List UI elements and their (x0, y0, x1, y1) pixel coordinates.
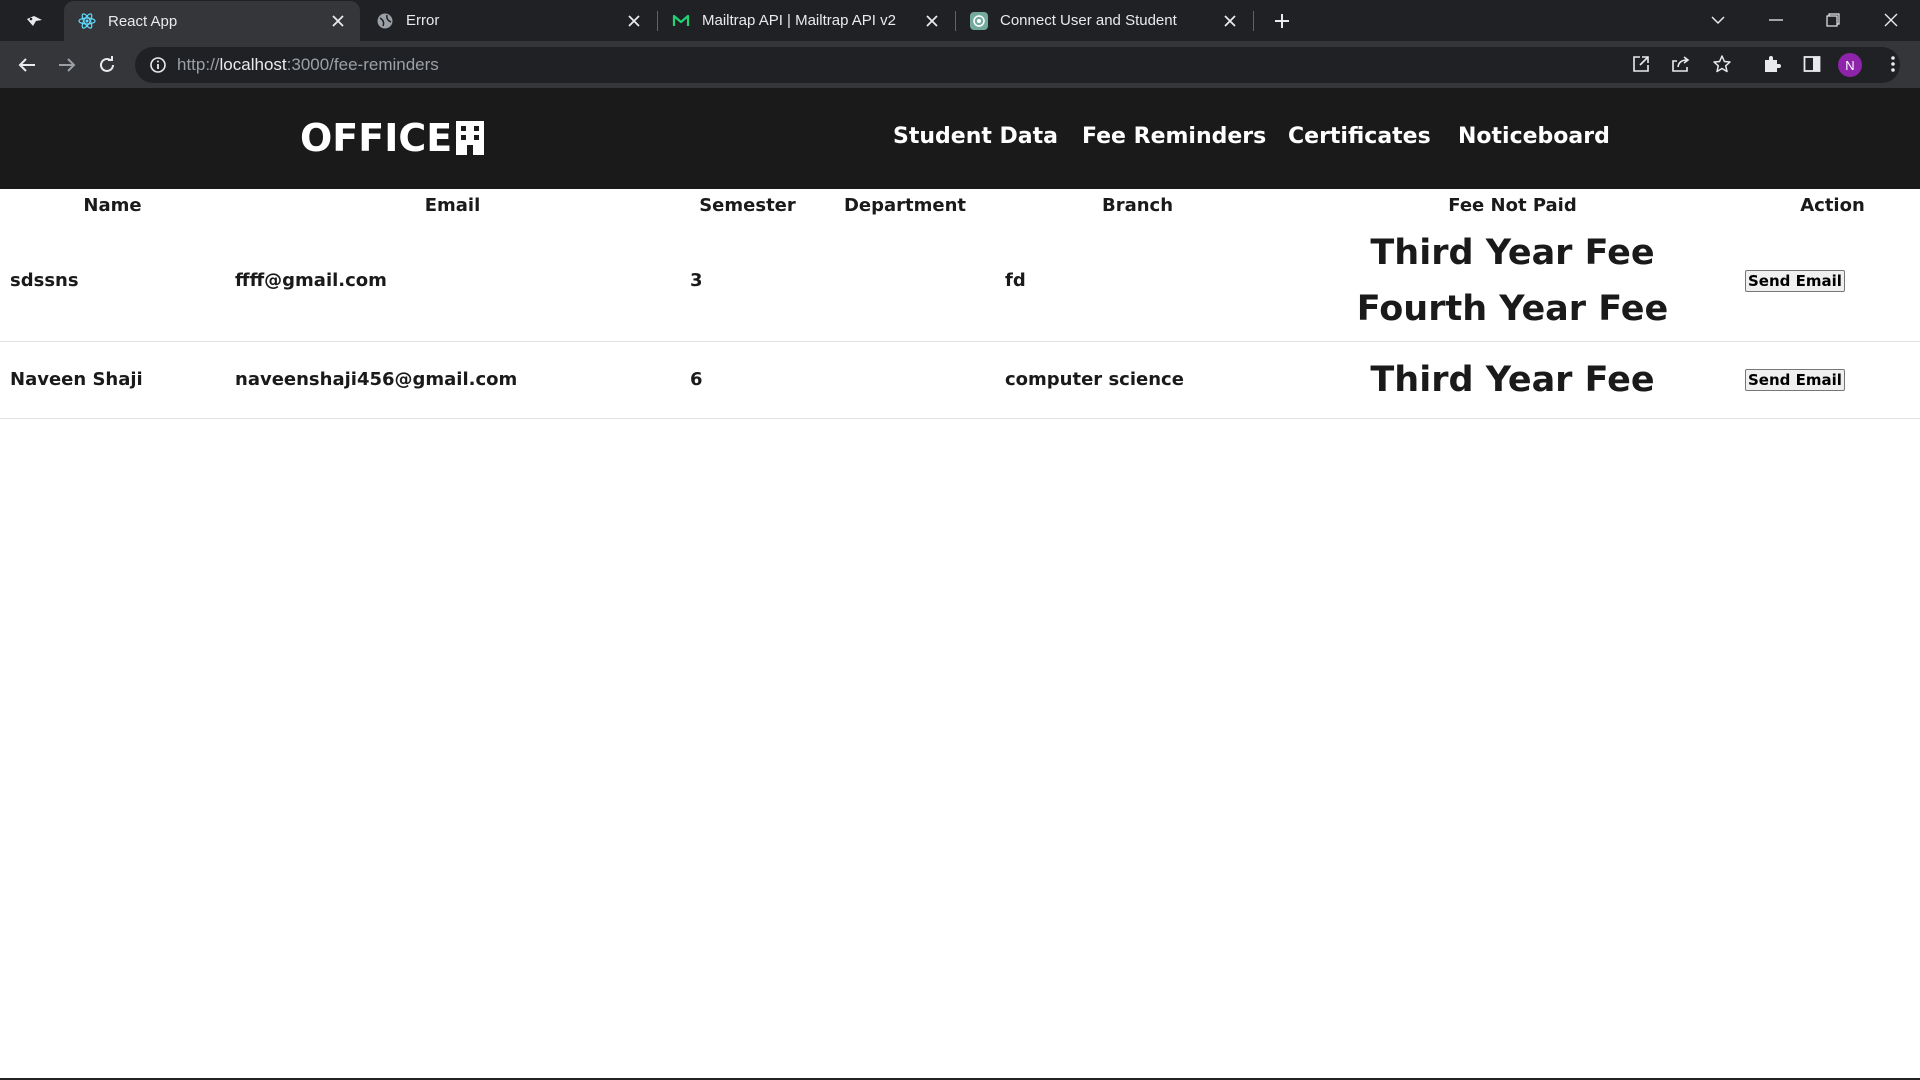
close-icon[interactable] (1220, 11, 1240, 31)
tab-title: Error (406, 12, 440, 29)
side-panel-icon[interactable] (1799, 51, 1825, 77)
tab-title: Mailtrap API | Mailtrap API v2 (702, 12, 896, 29)
new-tab-plus-icon[interactable] (1270, 9, 1294, 33)
cell-name: sdssns (10, 270, 79, 292)
cell-branch: computer science (1005, 369, 1184, 390)
forward-arrow-icon[interactable] (54, 52, 80, 78)
close-window-icon[interactable] (1873, 4, 1909, 36)
header-branch: Branch (1101, 194, 1174, 216)
tab-search-icon[interactable] (24, 11, 46, 31)
brand-logo[interactable]: OFFICE (300, 116, 486, 160)
brand-text: OFFICE (300, 116, 453, 160)
cell-email: ffff@gmail.com (235, 270, 387, 292)
share-icon[interactable] (1668, 51, 1694, 77)
restore-icon[interactable] (1815, 4, 1851, 36)
close-icon[interactable] (922, 11, 942, 31)
cell-semester: 6 (690, 369, 703, 390)
header-name: Name (83, 194, 142, 216)
send-email-button[interactable]: Send Email (1745, 269, 1845, 292)
fee-item: Third Year Fee (1370, 359, 1655, 400)
cell-department (815, 221, 995, 341)
header-email: Email (424, 194, 481, 216)
table-row: sdssns ffff@gmail.com 3 fd Third Year Fe… (0, 221, 1920, 341)
cell-branch: fd (1005, 270, 1026, 292)
cell-action: Send Email (1745, 341, 1920, 418)
table-row: Naveen Shaji naveenshaji456@gmail.com 6 … (0, 341, 1920, 418)
cell-fee-not-paid: Third Year Fee Fourth Year Fee (1280, 221, 1745, 341)
cell-action: Send Email (1745, 221, 1920, 341)
nav-certificates[interactable]: Certificates (1288, 124, 1431, 149)
header-department: Department (843, 194, 967, 216)
more-vertical-icon[interactable] (1880, 51, 1906, 77)
fee-reminders-table: Name Email Semester Department Branch Fe… (0, 189, 1920, 419)
profile-avatar[interactable]: N (1838, 53, 1862, 77)
bookmark-star-icon[interactable] (1709, 51, 1735, 77)
tab-separator (1253, 11, 1254, 31)
browser-toolbar: http://localhost:3000/fee-reminders N (0, 41, 1920, 88)
cell-department (815, 341, 995, 418)
tab-react-app[interactable]: React App (64, 1, 360, 41)
site-info-icon[interactable] (149, 56, 167, 74)
minimize-icon[interactable] (1758, 4, 1794, 36)
globe-icon (376, 12, 394, 30)
nav-fee-reminders[interactable]: Fee Reminders (1082, 124, 1266, 149)
reload-icon[interactable] (94, 52, 120, 78)
browser-tabstrip: React App Error Mailtrap API | Mailtrap … (0, 0, 1920, 41)
tab-title: Connect User and Student (1000, 12, 1177, 29)
header-semester: Semester (699, 194, 796, 216)
header-fee-not-paid: Fee Not Paid (1448, 194, 1577, 216)
fee-item: Fourth Year Fee (1356, 288, 1669, 329)
tab-mailtrap[interactable]: Mailtrap API | Mailtrap API v2 (658, 0, 954, 41)
chatgpt-icon (970, 11, 988, 30)
cell-name: Naveen Shaji (10, 369, 143, 390)
cell-fee-not-paid: Third Year Fee (1280, 341, 1745, 418)
cell-email: naveenshaji456@gmail.com (235, 369, 518, 390)
table-header-row: Name Email Semester Department Branch Fe… (0, 189, 1920, 221)
close-icon[interactable] (624, 11, 644, 31)
send-email-button[interactable]: Send Email (1745, 368, 1845, 391)
react-icon (78, 12, 96, 30)
fee-item: Third Year Fee (1370, 232, 1655, 273)
nav-student-data[interactable]: Student Data (893, 124, 1058, 149)
mailtrap-icon (672, 12, 690, 30)
tab-list-chevron-down-icon[interactable] (1700, 4, 1736, 36)
tab-title: React App (108, 12, 178, 30)
url-text[interactable]: http://localhost:3000/fee-reminders (177, 55, 439, 75)
open-in-app-icon[interactable] (1628, 51, 1654, 77)
tab-error[interactable]: Error (362, 0, 656, 41)
extensions-puzzle-icon[interactable] (1759, 51, 1785, 77)
close-icon[interactable] (328, 11, 348, 31)
nav-noticeboard[interactable]: Noticeboard (1458, 124, 1610, 149)
header-action: Action (1800, 194, 1865, 216)
cell-semester: 3 (690, 270, 703, 292)
back-arrow-icon[interactable] (14, 52, 40, 78)
app-navbar: OFFICE Student Data Fee Reminders Certif… (0, 88, 1920, 189)
office-building-icon (454, 119, 486, 157)
tab-connect-user[interactable]: Connect User and Student (956, 0, 1252, 41)
